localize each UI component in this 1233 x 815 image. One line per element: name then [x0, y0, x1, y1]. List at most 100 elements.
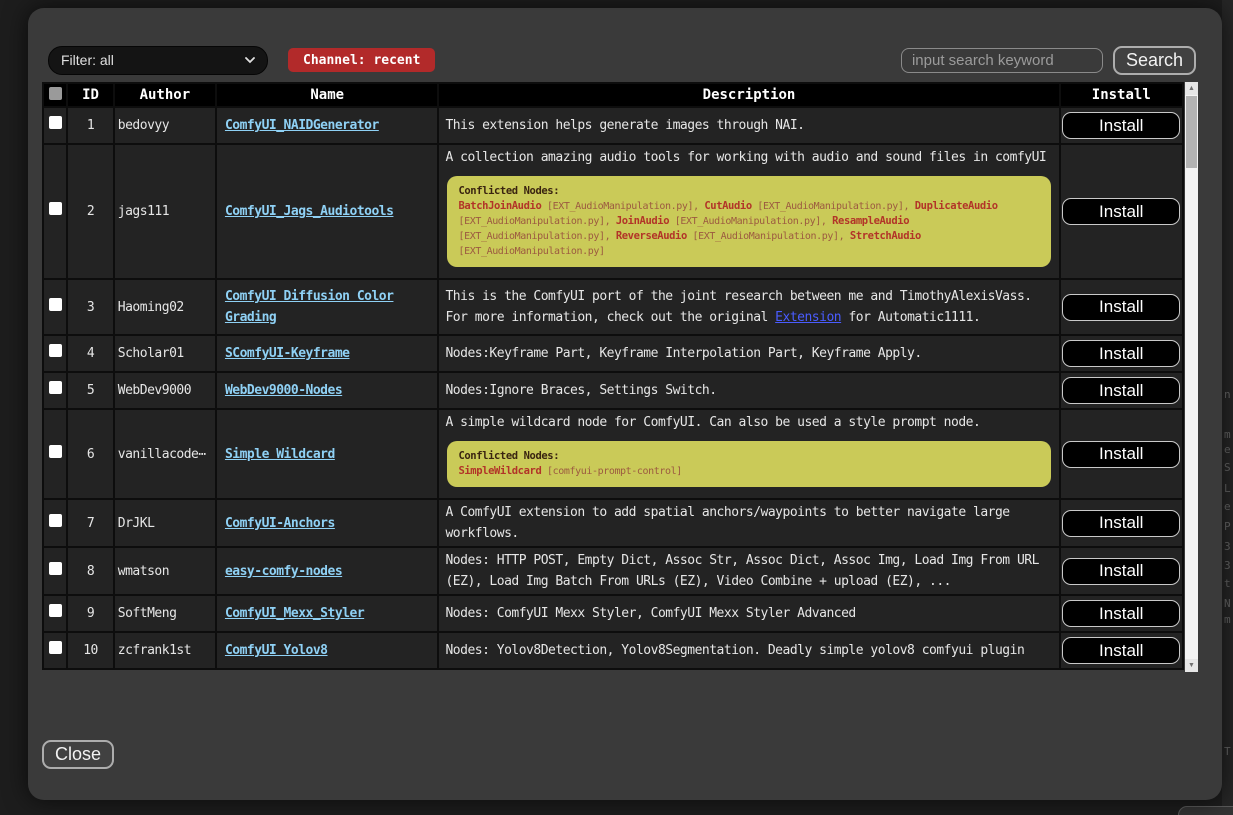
- row-author: zcfrank1st: [114, 632, 216, 669]
- scrollbar-thumb[interactable]: [1186, 96, 1197, 168]
- select-all-checkbox[interactable]: [49, 87, 62, 100]
- table-row: 3Haoming02ComfyUI Diffusion Color Gradin…: [43, 279, 1183, 335]
- install-button[interactable]: Install: [1062, 558, 1180, 585]
- table-row: 9SoftMengComfyUI_Mexx_StylerNodes: Comfy…: [43, 595, 1183, 632]
- table-header-row: ID Author Name Description Install: [43, 83, 1183, 107]
- conflicted-nodes-title: Conflicted Nodes:: [458, 184, 1039, 199]
- row-checkbox[interactable]: [49, 514, 62, 527]
- row-id: 9: [67, 595, 114, 632]
- install-button[interactable]: Install: [1062, 112, 1180, 139]
- background-text-fragment: 3: [1224, 559, 1231, 572]
- conflicted-nodes-box: Conflicted Nodes:SimpleWildcard [comfyui…: [447, 441, 1050, 487]
- extension-name-link[interactable]: ComfyUI_NAIDGenerator: [225, 118, 379, 133]
- row-author: WebDev9000: [114, 372, 216, 409]
- extension-name-link[interactable]: easy-comfy-nodes: [225, 564, 342, 579]
- extension-name-link[interactable]: Simple Wildcard: [225, 447, 335, 462]
- header-id: ID: [67, 83, 114, 107]
- header-name: Name: [216, 83, 439, 107]
- extension-name-link[interactable]: ComfyUI Diffusion Color Grading: [225, 289, 394, 325]
- extension-name-link[interactable]: WebDev9000-Nodes: [225, 383, 342, 398]
- row-description: A collection amazing audio tools for wor…: [445, 150, 1046, 165]
- background-text-fragment: m: [1224, 613, 1231, 626]
- row-author: jags111: [114, 144, 216, 279]
- install-button[interactable]: Install: [1062, 600, 1180, 627]
- row-description: Nodes: Yolov8Detection, Yolov8Segmentati…: [445, 643, 1024, 658]
- background-text-fragment: 3: [1224, 540, 1231, 553]
- row-checkbox[interactable]: [49, 445, 62, 458]
- extension-table-body: 1bedovyy ComfyUI_NAIDGenerator This extens…: [43, 107, 1183, 669]
- install-button[interactable]: Install: [1062, 377, 1180, 404]
- row-checkbox[interactable]: [49, 381, 62, 394]
- install-button[interactable]: Install: [1062, 510, 1180, 537]
- row-checkbox[interactable]: [49, 202, 62, 215]
- channel-badge: Channel: recent: [288, 48, 435, 72]
- extension-name-link[interactable]: ComfyUI_Mexx_Styler: [225, 606, 364, 621]
- install-button[interactable]: Install: [1062, 294, 1180, 321]
- row-description: A simple wildcard node for ComfyUI. Can …: [445, 415, 980, 430]
- background-text-fragment: N: [1224, 597, 1231, 610]
- row-checkbox[interactable]: [49, 562, 62, 575]
- search-button[interactable]: Search: [1113, 46, 1196, 75]
- background-ui-edge: nmeSLeP33tNmT: [1222, 0, 1233, 815]
- extension-table-container: ID Author Name Description Install 1bedo…: [42, 82, 1198, 672]
- extension-name-link[interactable]: SComfyUI-Keyframe: [225, 346, 350, 361]
- background-text-fragment: t: [1224, 577, 1231, 590]
- conflict-node-name: ReverseAudio: [616, 230, 687, 242]
- conflict-node-name: BatchJoinAudio: [458, 200, 541, 212]
- install-button[interactable]: Install: [1062, 637, 1180, 664]
- row-author: Haoming02: [114, 279, 216, 335]
- filter-select-value: Filter: all: [61, 52, 114, 68]
- close-button[interactable]: Close: [42, 740, 114, 769]
- row-description: This is the ComfyUI port of the joint re…: [445, 289, 1031, 325]
- row-checkbox[interactable]: [49, 298, 62, 311]
- extension-name-link[interactable]: ComfyUI_Jags_Audiotools: [225, 204, 394, 219]
- row-checkbox[interactable]: [49, 641, 62, 654]
- install-button[interactable]: Install: [1062, 441, 1180, 468]
- background-text-fragment: e: [1224, 500, 1231, 513]
- description-link[interactable]: Extension: [775, 310, 841, 325]
- extension-name-link[interactable]: ComfyUI Yolov8: [225, 643, 328, 658]
- row-description: This extension helps generate images thr…: [445, 118, 804, 133]
- row-description: A ComfyUI extension to add spatial ancho…: [445, 505, 1009, 541]
- search-input[interactable]: [901, 48, 1103, 73]
- row-author: bedovyy: [114, 107, 216, 144]
- row-checkbox[interactable]: [49, 344, 62, 357]
- table-row: 1bedovyy ComfyUI_NAIDGenerator This extens…: [43, 107, 1183, 144]
- filter-select[interactable]: Filter: all: [48, 46, 268, 75]
- row-checkbox[interactable]: [49, 116, 62, 129]
- row-id: 6: [67, 409, 114, 499]
- background-text-fragment: L: [1224, 482, 1231, 495]
- background-text-fragment: P: [1224, 520, 1231, 533]
- row-id: 10: [67, 632, 114, 669]
- conflict-node-name: DuplicateAudio: [915, 200, 998, 212]
- table-row: 6vanillacode⋯ Simple Wildcard A simple wil…: [43, 409, 1183, 499]
- install-button[interactable]: Install: [1062, 340, 1180, 367]
- install-button[interactable]: Install: [1062, 198, 1180, 225]
- scroll-up-arrow-icon[interactable]: ▲: [1185, 82, 1198, 95]
- table-scrollbar[interactable]: ▲ ▼: [1185, 82, 1198, 672]
- conflict-node-name: CutAudio: [704, 200, 751, 212]
- row-author: wmatson: [114, 547, 216, 595]
- row-id: 1: [67, 107, 114, 144]
- table-row: 8wmatsoneasy-comfy-nodesNodes: HTTP POST…: [43, 547, 1183, 595]
- conflicted-nodes-box: Conflicted Nodes:BatchJoinAudio [EXT_Aud…: [447, 176, 1050, 267]
- extension-installer-dialog: Filter: all Channel: recent Search: [28, 8, 1222, 800]
- row-description: Nodes:Ignore Braces, Settings Switch.: [445, 383, 716, 398]
- background-button-corner: [1178, 806, 1233, 815]
- extension-table: ID Author Name Description Install 1bedo…: [42, 82, 1184, 670]
- row-id: 8: [67, 547, 114, 595]
- scroll-down-arrow-icon[interactable]: ▼: [1185, 659, 1198, 672]
- row-author: Scholar01: [114, 335, 216, 372]
- screen: nmeSLeP33tNmT Filter: all Channel: recen…: [0, 0, 1233, 815]
- row-id: 4: [67, 335, 114, 372]
- conflict-node-name: JoinAudio: [616, 215, 669, 227]
- row-author: vanillacode⋯: [114, 409, 216, 499]
- table-row: 10zcfrank1st ComfyUI Yolov8 Nodes: Yolov8D…: [43, 632, 1183, 669]
- row-description: Nodes: ComfyUI Mexx Styler, ComfyUI Mexx…: [445, 606, 855, 621]
- header-description: Description: [438, 83, 1059, 107]
- row-checkbox[interactable]: [49, 604, 62, 617]
- background-text-fragment: m: [1224, 428, 1231, 441]
- table-row: 2jags111ComfyUI_Jags_AudiotoolsA collect…: [43, 144, 1183, 279]
- background-text-fragment: e: [1224, 443, 1231, 456]
- extension-name-link[interactable]: ComfyUI-Anchors: [225, 516, 335, 531]
